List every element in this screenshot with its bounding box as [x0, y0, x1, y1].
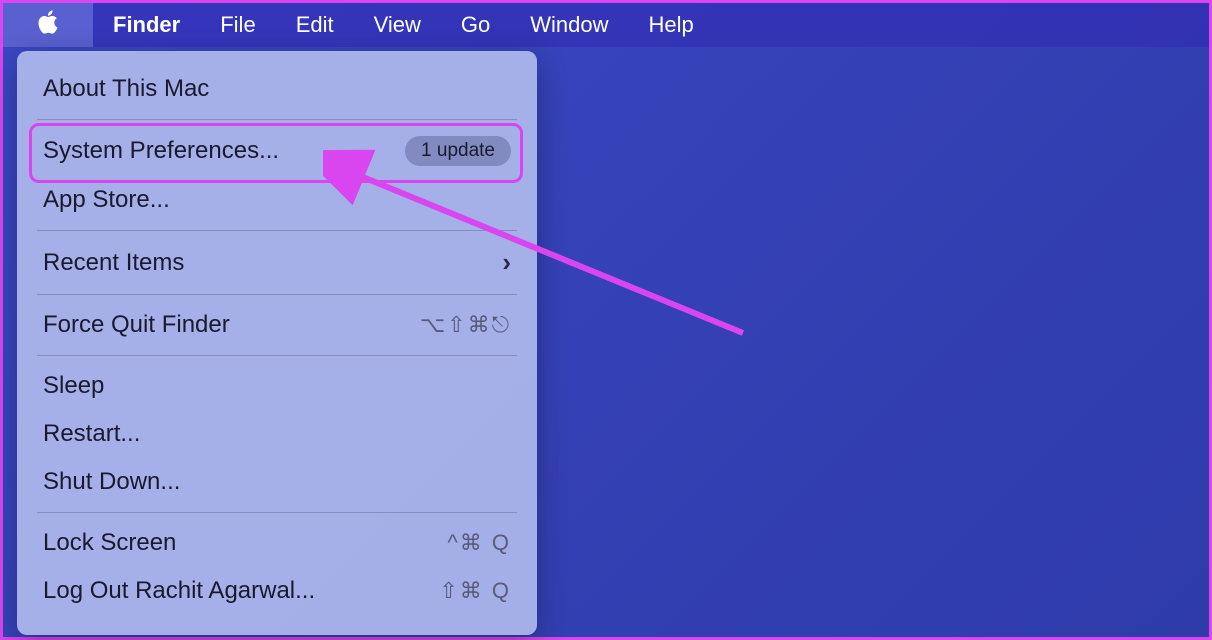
- menu-divider: [37, 512, 517, 513]
- menu-item-label: Log Out Rachit Agarwal...: [43, 577, 439, 605]
- menu-lock-screen[interactable]: Lock Screen ^⌘ Q: [17, 519, 537, 567]
- menubar: Finder File Edit View Go Window Help: [3, 3, 1209, 47]
- menu-divider: [37, 119, 517, 120]
- menu-item-label: Shut Down...: [43, 468, 511, 496]
- menu-item-label: Lock Screen: [43, 529, 447, 557]
- chevron-right-icon: ›: [502, 247, 511, 278]
- menu-force-quit[interactable]: Force Quit Finder ⌥⇧⌘⎋: [17, 301, 537, 349]
- menu-recent-items[interactable]: Recent Items ›: [17, 237, 537, 288]
- apple-menu-dropdown: About This Mac System Preferences... 1 u…: [17, 51, 537, 635]
- menu-divider: [37, 355, 517, 356]
- menu-divider: [37, 294, 517, 295]
- menu-sleep[interactable]: Sleep: [17, 362, 537, 410]
- menu-item-label: System Preferences...: [43, 137, 405, 165]
- menu-item-label: About This Mac: [43, 75, 511, 103]
- app-name-menu[interactable]: Finder: [93, 3, 200, 47]
- menu-log-out[interactable]: Log Out Rachit Agarwal... ⇧⌘ Q: [17, 567, 537, 615]
- apple-icon: [34, 8, 62, 42]
- menu-restart[interactable]: Restart...: [17, 410, 537, 458]
- menu-edit[interactable]: Edit: [276, 3, 354, 47]
- menu-item-label: Restart...: [43, 420, 511, 448]
- menu-window[interactable]: Window: [510, 3, 628, 47]
- menu-go[interactable]: Go: [441, 3, 510, 47]
- menu-system-preferences[interactable]: System Preferences... 1 update: [17, 126, 537, 176]
- menu-view[interactable]: View: [354, 3, 441, 47]
- keyboard-shortcut: ⌥⇧⌘⎋: [420, 312, 511, 338]
- menu-item-label: Recent Items: [43, 249, 502, 277]
- apple-menu-button[interactable]: [3, 3, 93, 47]
- menu-app-store[interactable]: App Store...: [17, 176, 537, 224]
- update-badge: 1 update: [405, 136, 511, 166]
- menu-item-label: Force Quit Finder: [43, 311, 420, 339]
- menu-shut-down[interactable]: Shut Down...: [17, 458, 537, 506]
- keyboard-shortcut: ⇧⌘ Q: [439, 578, 511, 604]
- menu-about-this-mac[interactable]: About This Mac: [17, 65, 537, 113]
- menu-file[interactable]: File: [200, 3, 275, 47]
- menu-item-label: App Store...: [43, 186, 511, 214]
- keyboard-shortcut: ^⌘ Q: [447, 530, 511, 556]
- menu-divider: [37, 230, 517, 231]
- menu-help[interactable]: Help: [629, 3, 714, 47]
- menu-item-label: Sleep: [43, 372, 511, 400]
